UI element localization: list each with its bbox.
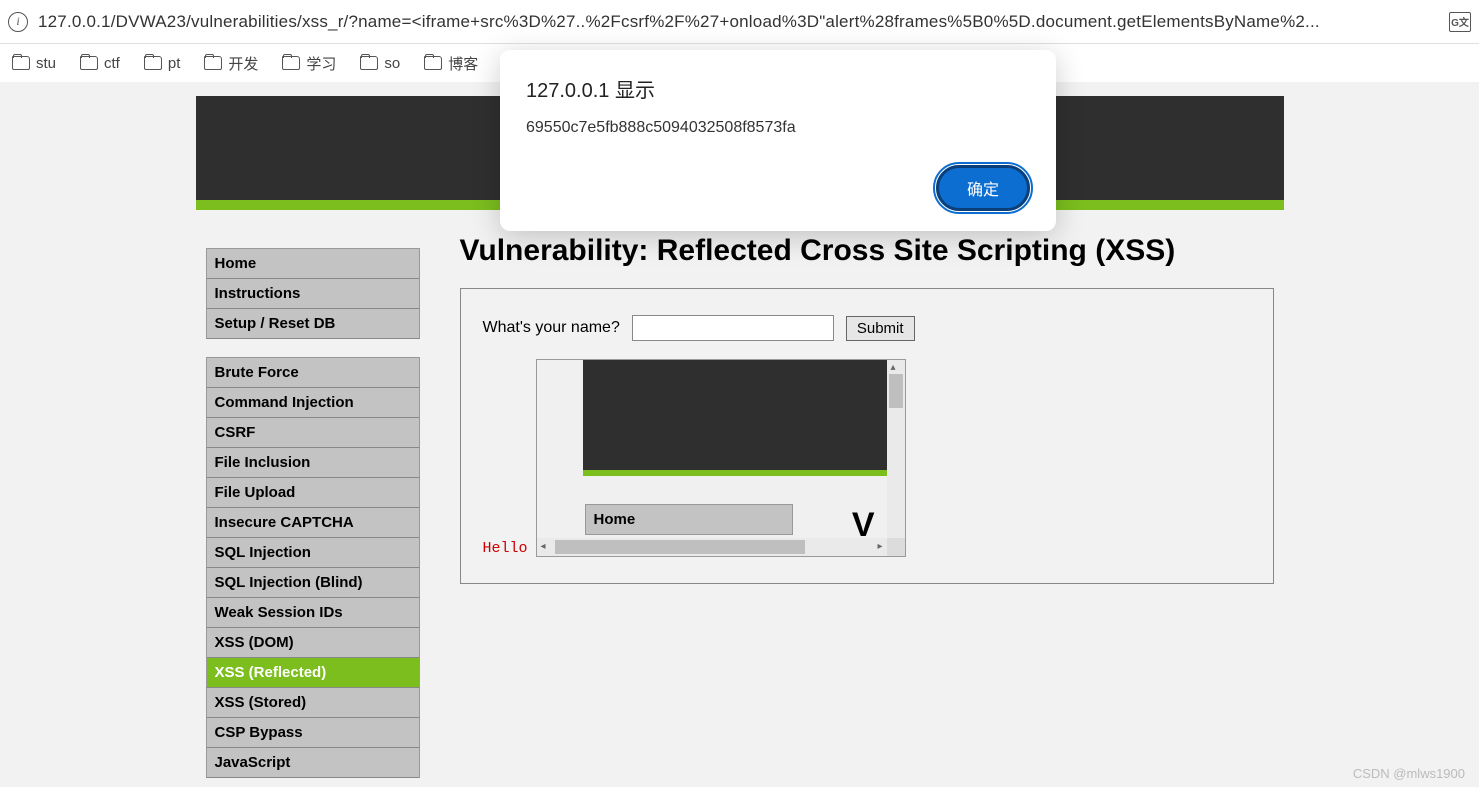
name-input[interactable] [632,315,834,341]
bookmark-blog[interactable]: 博客 [424,53,478,74]
bookmark-label: 学习 [306,53,336,74]
sidebar-item-brute-force[interactable]: Brute Force [206,357,420,388]
dialog-message: 69550c7e5fb888c5094032508f8573fa [526,119,1030,137]
sidebar-item-csrf[interactable]: CSRF [206,418,420,448]
bookmark-dev[interactable]: 开发 [204,53,258,74]
folder-icon [204,56,222,70]
iframe-vscrollbar[interactable]: ▴ [887,360,905,556]
hello-text: Hello [483,540,528,557]
scroll-thumb-h[interactable] [555,540,805,554]
bookmark-so[interactable]: so [360,55,400,72]
sidebar-item-file-inclusion[interactable]: File Inclusion [206,448,420,478]
sidebar-item-xss-dom[interactable]: XSS (DOM) [206,628,420,658]
folder-icon [282,56,300,70]
sidebar-item-instructions[interactable]: Instructions [206,279,420,309]
scroll-up-icon[interactable]: ▴ [891,362,896,373]
scroll-left-icon[interactable]: ◂ [541,541,546,552]
folder-icon [144,56,162,70]
sidebar-item-setup[interactable]: Setup / Reset DB [206,309,420,339]
folder-icon [360,56,378,70]
bookmark-label: 开发 [228,53,258,74]
scroll-right-icon[interactable]: ▸ [877,541,882,552]
url-text[interactable]: 127.0.0.1/DVWA23/vulnerabilities/xss_r/?… [38,12,1439,32]
sidebar-item-csp-bypass[interactable]: CSP Bypass [206,718,420,748]
js-alert-dialog: 127.0.0.1 显示 69550c7e5fb888c5094032508f8… [500,50,1056,231]
iframe-banner [583,360,906,470]
sidebar-item-sql-injection[interactable]: SQL Injection [206,538,420,568]
menu-group-2: Brute Force Command Injection CSRF File … [206,357,420,778]
bookmark-label: ctf [104,55,120,72]
sidebar-item-insecure-captcha[interactable]: Insecure CAPTCHA [206,508,420,538]
menu-group-1: Home Instructions Setup / Reset DB [206,248,420,339]
page-title: Vulnerability: Reflected Cross Site Scri… [460,234,1274,268]
sidebar-item-home[interactable]: Home [206,248,420,279]
site-info-icon[interactable]: i [8,12,28,32]
sidebar-item-weak-session[interactable]: Weak Session IDs [206,598,420,628]
sidebar-item-file-upload[interactable]: File Upload [206,478,420,508]
bookmark-label: pt [168,55,181,72]
dialog-title: 127.0.0.1 显示 [526,74,1030,103]
folder-icon [80,56,98,70]
iframe-scroll-corner [887,538,905,556]
folder-icon [12,56,30,70]
iframe-accent [583,470,906,476]
bookmark-stu[interactable]: stu [12,55,56,72]
iframe-hscrollbar[interactable]: ◂ ▸ [537,538,887,556]
translate-icon[interactable]: G文 [1449,12,1471,32]
bookmark-label: 博客 [448,53,478,74]
iframe-home-item[interactable]: Home [585,504,793,535]
submit-button[interactable]: Submit [846,316,915,341]
bookmark-label: so [384,55,400,72]
content: Vulnerability: Reflected Cross Site Scri… [460,224,1274,796]
scroll-thumb-v[interactable] [889,374,903,408]
watermark: CSDN @mlws1900 [1353,766,1465,781]
sidebar-item-xss-stored[interactable]: XSS (Stored) [206,688,420,718]
bookmark-pt[interactable]: pt [144,55,181,72]
bookmark-study[interactable]: 学习 [282,53,336,74]
sidebar-item-javascript[interactable]: JavaScript [206,748,420,778]
bookmark-label: stu [36,55,56,72]
folder-icon [424,56,442,70]
vuln-form-box: What's your name? Submit Hello Home [460,288,1274,584]
address-bar: i 127.0.0.1/DVWA23/vulnerabilities/xss_r… [0,0,1479,44]
sidebar-item-sql-injection-blind[interactable]: SQL Injection (Blind) [206,568,420,598]
bookmark-ctf[interactable]: ctf [80,55,120,72]
sidebar-item-xss-reflected[interactable]: XSS (Reflected) [206,658,420,688]
sidebar: Home Instructions Setup / Reset DB Brute… [206,224,420,796]
sidebar-item-command-injection[interactable]: Command Injection [206,388,420,418]
name-label: What's your name? [483,319,620,337]
dialog-ok-button[interactable]: 确定 [936,165,1030,211]
injected-iframe[interactable]: Home V ▾ ▴ ◂ ▸ [536,359,906,557]
